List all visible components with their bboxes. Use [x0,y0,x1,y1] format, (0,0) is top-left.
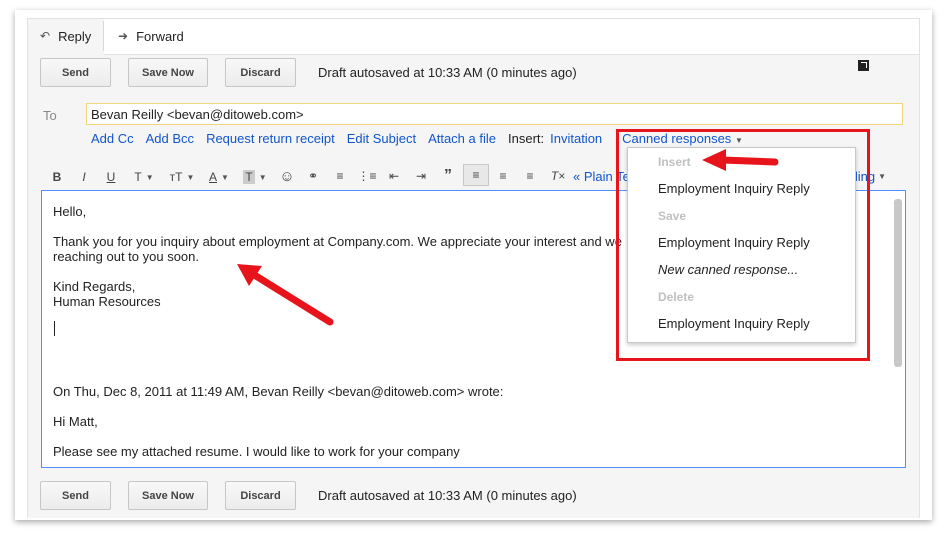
invitation-link[interactable]: Invitation [550,131,602,146]
align-right-icon[interactable]: ≡ [521,165,539,187]
font-icon: T [134,170,142,184]
bulleted-list-icon[interactable]: ⋮≡ [358,165,377,187]
quote-header: On Thu, Dec 8, 2011 at 11:49 AM, Bevan R… [53,384,504,399]
chevron-down-icon: ▼ [221,172,229,182]
bold-button[interactable]: B [50,166,64,188]
edit-subject-link[interactable]: Edit Subject [347,131,416,146]
font-size-icon: тT [169,170,183,184]
align-center-icon[interactable]: ≡ [494,165,512,187]
text-cursor [54,321,55,336]
editor-scrollbar[interactable] [894,199,902,367]
tab-forward-label: Forward [136,28,184,44]
emoji-icon[interactable]: ☺ [278,165,296,187]
align-left-icon[interactable]: ≡ [463,164,489,186]
body-line: Thank you for you inquiry about employme… [53,234,622,249]
save-now-button[interactable]: Save Now [128,58,208,87]
underline-button[interactable]: U [104,166,118,188]
tab-reply[interactable]: ↶ Reply [28,21,104,51]
body-line: reaching out to you soon. [53,249,199,264]
highlight-icon: T [243,170,255,184]
autosave-status: Draft autosaved at 10:33 AM (0 minutes a… [318,488,577,503]
autosave-status: Draft autosaved at 10:33 AM (0 minutes a… [318,65,577,80]
to-label: To [43,108,57,123]
body-regards: Kind Regards, [53,279,136,294]
tab-reply-label: Reply [58,28,92,44]
forward-arrow-icon: ➜ [118,29,129,43]
link-icon[interactable]: ⚭ [304,165,322,187]
body-greeting: Hello, [53,204,87,219]
body-signature: Human Resources [53,294,161,309]
chevron-down-icon: ▼ [145,172,154,182]
request-receipt-link[interactable]: Request return receipt [206,131,335,146]
quote-greeting: Hi Matt, [53,414,98,429]
to-field[interactable]: Bevan Reilly <bevan@ditoweb.com> [86,103,903,125]
font-family-dropdown[interactable]: T ▼ [131,166,157,188]
quote-icon[interactable]: ” [439,165,457,187]
reply-arrow-icon: ↶ [40,29,51,43]
add-cc-link[interactable]: Add Cc [91,131,134,146]
tab-forward[interactable]: ➜ Forward [118,21,184,51]
annotation-highlight-box [616,129,870,361]
text-color-icon: A [209,170,218,184]
add-bcc-link[interactable]: Add Bcc [146,131,194,146]
indent-more-icon[interactable]: ⇥ [412,165,430,187]
indent-less-icon[interactable]: ⇤ [385,165,403,187]
font-size-dropdown[interactable]: тT ▼ [167,166,197,188]
popout-icon[interactable] [858,60,869,71]
insert-label: Insert: [508,131,545,146]
text-color-dropdown[interactable]: A ▼ [204,166,234,188]
italic-button[interactable]: I [77,166,91,188]
highlight-color-dropdown[interactable]: T ▼ [240,166,270,188]
send-button[interactable]: Send [40,58,111,87]
chevron-down-icon: ▼ [878,171,887,181]
chevron-down-icon: ▼ [258,172,267,182]
discard-button[interactable]: Discard [225,58,296,87]
remove-formatting-icon[interactable]: T× [548,165,568,187]
quote-line: Please see my attached resume. I would l… [53,444,460,459]
discard-button[interactable]: Discard [225,481,296,510]
chevron-down-icon: ▼ [186,172,195,182]
reply-tabs: ↶ Reply ➜ Forward [28,19,919,51]
attach-file-link[interactable]: Attach a file [428,131,496,146]
numbered-list-icon[interactable]: ≡ [331,165,349,187]
save-now-button[interactable]: Save Now [128,481,208,510]
send-button[interactable]: Send [40,481,111,510]
